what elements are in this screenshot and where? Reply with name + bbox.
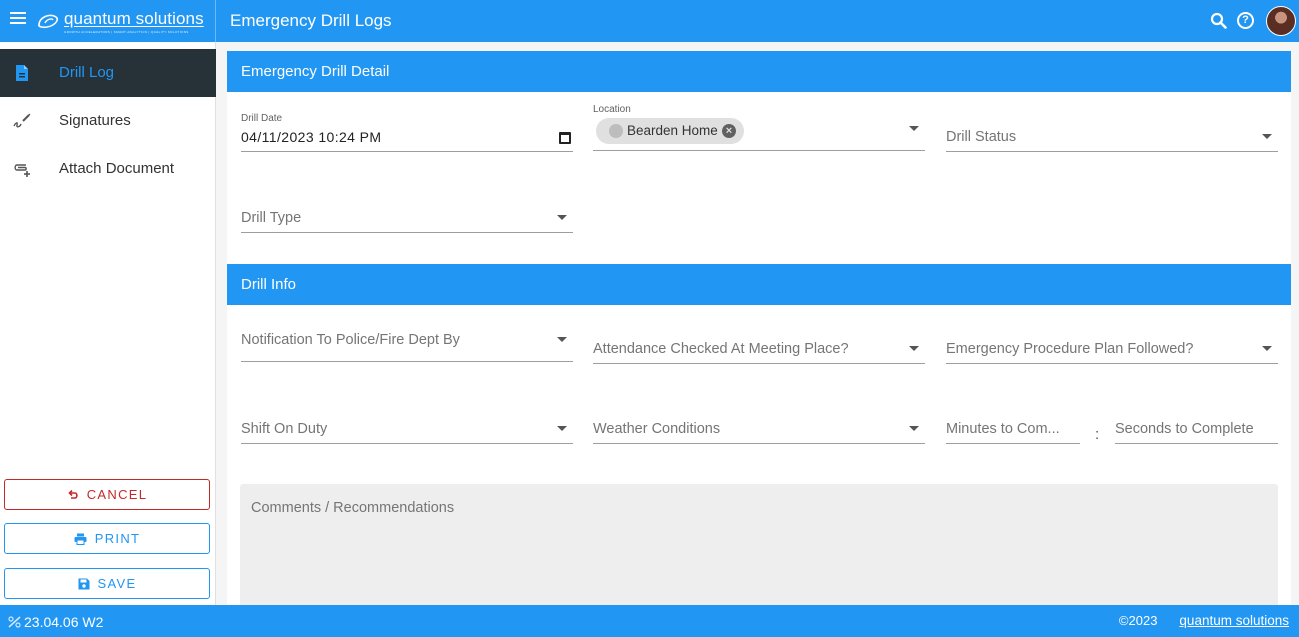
footer-copyright: ©2023 quantum solutions [1119,613,1289,628]
drill-status-placeholder: Drill Status [946,129,1017,145]
cancel-button[interactable]: CANCEL [4,479,210,510]
notification-select[interactable]: Notification To Police/Fire Dept By [241,324,573,362]
attendance-placeholder: Attendance Checked At Meeting Place? [593,341,849,357]
chevron-down-icon[interactable] [557,215,567,220]
logo-swirl-icon [38,14,59,29]
chevron-down-icon[interactable] [1262,134,1272,139]
document-icon [16,65,28,81]
signature-icon [13,113,31,128]
print-button-label: PRINT [94,531,141,546]
seconds-input[interactable]: Seconds to Complete [1115,410,1278,444]
calendar-icon[interactable] [559,132,571,144]
drill-status-select[interactable]: Drill Status [946,119,1278,152]
undo-icon [68,489,78,499]
version-label: 23.04.06 W2 [24,614,104,630]
procedure-placeholder: Emergency Procedure Plan Followed? [946,341,1194,357]
page-title: Emergency Drill Logs [230,11,392,30]
save-button[interactable]: SAVE [4,568,210,599]
weather-placeholder: Weather Conditions [593,421,721,437]
time-separator: : [1095,426,1100,443]
shift-placeholder: Shift On Duty [241,421,328,437]
minutes-input[interactable]: Minutes to Com... [946,410,1080,444]
sidebar-item-signatures[interactable]: Signatures [0,97,216,145]
location-chip[interactable]: Bearden Home × [596,118,744,144]
brand-tagline: GROWTH ACCELERATORS | SMART ANALYTICS | … [64,30,189,34]
printer-icon [74,533,87,545]
comments-textarea[interactable]: Comments / Recommendations [240,484,1278,605]
drill-date-value: 04/11/2023 10:24 PM [241,129,382,145]
chevron-down-icon[interactable] [909,346,919,351]
footer: 23.04.06 W2 ©2023 quantum solutions [0,605,1299,637]
chevron-down-icon[interactable] [1262,346,1272,351]
help-icon[interactable]: ? [1237,12,1254,29]
sidebar-item-label: Drill Log [59,64,115,81]
location-label: Location [593,104,631,115]
user-avatar[interactable] [1266,6,1296,36]
section-header: Drill Info [227,264,1291,305]
cancel-button-label: CANCEL [86,487,148,502]
sidebar-item-attach-document[interactable]: Attach Document [0,145,216,193]
attendance-select[interactable]: Attendance Checked At Meeting Place? [593,330,925,364]
search-icon[interactable] [1210,12,1227,29]
attach-document-icon [14,164,30,177]
floppy-disk-icon [78,578,90,590]
chevron-down-icon[interactable] [909,126,919,131]
copyright-text: ©2023 [1118,613,1158,628]
seconds-placeholder: Seconds to Complete [1115,421,1254,437]
version-info: 23.04.06 W2 [8,614,103,630]
sidebar-item-drill-log[interactable]: Drill Log [0,49,216,97]
emergency-drill-detail-card: Emergency Drill Detail Drill Date 04/11/… [227,51,1291,264]
save-button-label: SAVE [97,576,137,591]
top-app-bar: quantum solutions GROWTH ACCELERATORS | … [0,0,1299,42]
notification-placeholder: Notification To Police/Fire Dept By [241,332,460,348]
brand-name: quantum solutions [64,9,204,28]
procedure-select[interactable]: Emergency Procedure Plan Followed? [946,330,1278,364]
menu-icon[interactable] [10,12,26,26]
drill-type-select[interactable]: Drill Type [241,199,573,233]
drill-date-field[interactable]: Drill Date 04/11/2023 10:24 PM [241,113,573,152]
chip-remove-icon[interactable]: × [722,124,736,138]
drill-type-placeholder: Drill Type [241,210,302,226]
shift-select[interactable]: Shift On Duty [241,410,573,444]
quantum-solutions-logo: quantum solutions GROWTH ACCELERATORS | … [36,9,212,35]
sidebar-item-label: Signatures [59,112,131,129]
location-field[interactable]: Location Bearden Home × [593,104,925,151]
section-header: Emergency Drill Detail [227,51,1291,92]
sidebar: Drill Log Signatures Attach Document CAN… [0,42,216,605]
sidebar-item-label: Attach Document [59,160,175,177]
chevron-down-icon[interactable] [557,337,567,342]
chevron-down-icon[interactable] [909,426,919,431]
minutes-placeholder: Minutes to Com... [946,421,1060,437]
drill-date-label: Drill Date [241,113,283,124]
location-chip-label: Bearden Home [627,123,718,138]
print-button[interactable]: PRINT [4,523,210,554]
brand-area: quantum solutions GROWTH ACCELERATORS | … [0,0,216,42]
drill-info-card: Drill Info Notification To Police/Fire D… [227,264,1291,605]
version-icon [8,616,21,628]
weather-select[interactable]: Weather Conditions [593,410,925,444]
chevron-down-icon[interactable] [557,426,567,431]
footer-brand: quantum solutions [1179,613,1289,628]
comments-placeholder: Comments / Recommendations [251,500,455,516]
home-icon [609,124,623,138]
